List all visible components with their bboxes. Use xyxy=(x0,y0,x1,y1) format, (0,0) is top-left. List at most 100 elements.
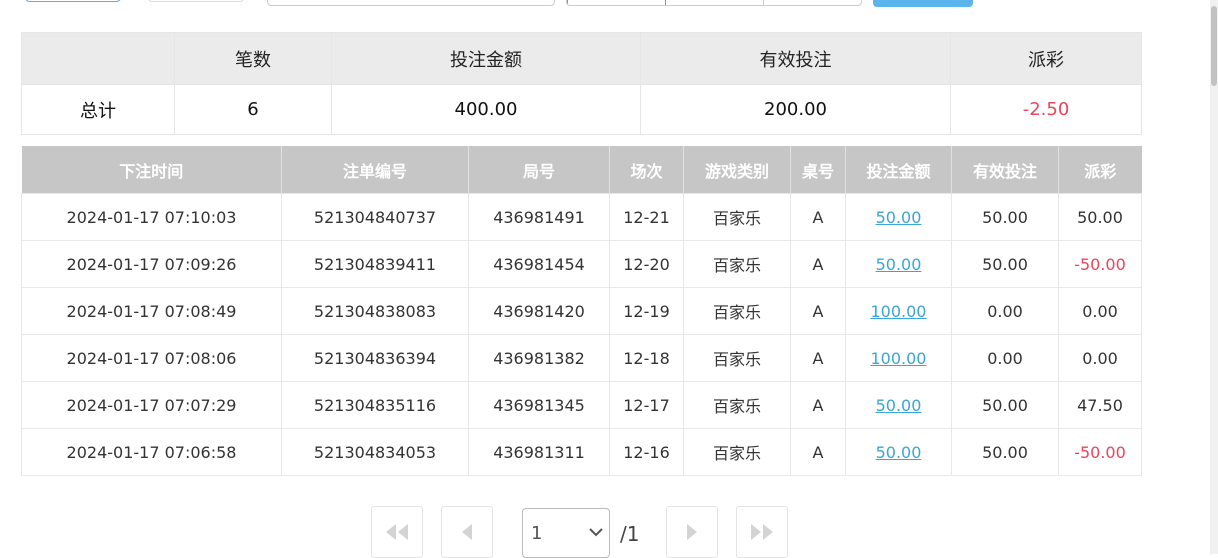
summary-total-bet-amount: 400.00 xyxy=(331,84,641,135)
table-row: 2024-01-17 07:07:29 521304835116 4369813… xyxy=(21,381,1142,429)
summary-total-count: 6 xyxy=(174,84,332,135)
bet-detail-table: 下注时间 注单编号 局号 场次 游戏类别 桌号 投注金额 有效投注 派彩 202… xyxy=(21,146,1142,476)
cell-game-type: 百家乐 xyxy=(683,240,791,288)
filter-bar xyxy=(0,0,1218,10)
summary-header-blank xyxy=(21,32,175,85)
cell-game-type: 百家乐 xyxy=(683,381,791,429)
summary-header-row: 笔数 投注金额 有效投注 派彩 xyxy=(21,32,1142,85)
cell-bet-time: 2024-01-17 07:08:06 xyxy=(21,334,282,382)
cell-valid-bet: 0.00 xyxy=(951,287,1059,335)
cell-bet-time: 2024-01-17 07:07:29 xyxy=(21,381,282,429)
last-page-button[interactable] xyxy=(736,506,788,558)
cell-bet-id: 521304836394 xyxy=(281,334,469,382)
next-page-icon xyxy=(687,524,697,540)
header-bet-id: 注单编号 xyxy=(281,146,469,194)
cell-game-type: 百家乐 xyxy=(683,193,791,241)
cell-bet-time: 2024-01-17 07:06:58 xyxy=(21,428,282,476)
cell-bet-time: 2024-01-17 07:10:03 xyxy=(21,193,282,241)
header-session: 场次 xyxy=(609,146,684,194)
cell-session: 12-21 xyxy=(609,193,684,241)
header-bet-time: 下注时间 xyxy=(21,146,282,194)
summary-total-label: 总计 xyxy=(21,84,175,135)
date-segment-2[interactable] xyxy=(666,0,764,5)
cell-session: 12-17 xyxy=(609,381,684,429)
bet-amount-link[interactable]: 50.00 xyxy=(845,193,952,241)
cell-table-no: A xyxy=(790,193,846,241)
cell-session: 12-19 xyxy=(609,287,684,335)
summary-total-payout: -2.50 xyxy=(950,84,1142,135)
table-row: 2024-01-17 07:06:58 521304834053 4369813… xyxy=(21,428,1142,476)
first-page-icon xyxy=(386,524,408,540)
cell-payout: 0.00 xyxy=(1058,334,1142,382)
page-total: /1 xyxy=(620,522,640,546)
cell-payout: 47.50 xyxy=(1058,381,1142,429)
bet-amount-link[interactable]: 100.00 xyxy=(845,334,952,382)
cell-bet-id: 521304835116 xyxy=(281,381,469,429)
cell-bet-id: 521304839411 xyxy=(281,240,469,288)
cell-valid-bet: 0.00 xyxy=(951,334,1059,382)
cell-round-id: 436981311 xyxy=(468,428,610,476)
bet-amount-link[interactable]: 50.00 xyxy=(845,240,952,288)
table-row: 2024-01-17 07:10:03 521304840737 4369814… xyxy=(21,193,1142,241)
cell-payout: -50.00 xyxy=(1058,428,1142,476)
cell-table-no: A xyxy=(790,381,846,429)
header-valid-bet: 有效投注 xyxy=(951,146,1059,194)
last-page-icon xyxy=(751,524,773,540)
chevron-down-icon xyxy=(589,528,603,537)
header-round-id: 局号 xyxy=(468,146,610,194)
summary-header-payout: 派彩 xyxy=(950,32,1142,85)
prev-page-button[interactable] xyxy=(441,506,493,558)
cell-bet-id: 521304840737 xyxy=(281,193,469,241)
cell-payout: 0.00 xyxy=(1058,287,1142,335)
date-range-segments xyxy=(566,0,862,6)
header-bet-amount: 投注金额 xyxy=(845,146,952,194)
page-select[interactable]: 1 xyxy=(522,508,610,558)
date-segment-3[interactable] xyxy=(764,0,861,5)
page-select-value: 1 xyxy=(531,522,543,544)
cell-valid-bet: 50.00 xyxy=(951,381,1059,429)
summary-total-valid-bet: 200.00 xyxy=(640,84,951,135)
bet-amount-link[interactable]: 50.00 xyxy=(845,428,952,476)
cell-game-type: 百家乐 xyxy=(683,287,791,335)
cell-bet-time: 2024-01-17 07:09:26 xyxy=(21,240,282,288)
first-page-button[interactable] xyxy=(371,506,423,558)
search-button[interactable] xyxy=(873,0,973,7)
filter-input[interactable] xyxy=(267,0,555,6)
summary-header-bet-amount: 投注金额 xyxy=(331,32,641,85)
table-row: 2024-01-17 07:08:49 521304838083 4369814… xyxy=(21,287,1142,335)
filter-button-secondary[interactable] xyxy=(148,0,244,2)
cell-bet-id: 521304834053 xyxy=(281,428,469,476)
cell-round-id: 436981345 xyxy=(468,381,610,429)
cell-bet-time: 2024-01-17 07:08:49 xyxy=(21,287,282,335)
bet-amount-link[interactable]: 50.00 xyxy=(845,381,952,429)
cell-table-no: A xyxy=(790,287,846,335)
cell-round-id: 436981491 xyxy=(468,193,610,241)
detail-header-row: 下注时间 注单编号 局号 场次 游戏类别 桌号 投注金额 有效投注 派彩 xyxy=(21,146,1142,194)
date-segment-1[interactable] xyxy=(567,0,666,5)
cell-round-id: 436981382 xyxy=(468,334,610,382)
cell-round-id: 436981420 xyxy=(468,287,610,335)
summary-table: 笔数 投注金额 有效投注 派彩 总计 6 400.00 200.00 -2.50 xyxy=(21,32,1142,135)
cell-session: 12-20 xyxy=(609,240,684,288)
cell-payout: 50.00 xyxy=(1058,193,1142,241)
summary-header-count: 笔数 xyxy=(174,32,332,85)
next-page-button[interactable] xyxy=(666,506,718,558)
prev-page-icon xyxy=(462,524,472,540)
cell-game-type: 百家乐 xyxy=(683,334,791,382)
cell-table-no: A xyxy=(790,334,846,382)
cell-game-type: 百家乐 xyxy=(683,428,791,476)
cell-valid-bet: 50.00 xyxy=(951,240,1059,288)
scrollbar-thumb[interactable] xyxy=(1211,6,1217,86)
header-payout: 派彩 xyxy=(1058,146,1142,194)
cell-session: 12-18 xyxy=(609,334,684,382)
bet-amount-link[interactable]: 100.00 xyxy=(845,287,952,335)
filter-button-primary[interactable] xyxy=(24,0,122,2)
cell-payout: -50.00 xyxy=(1058,240,1142,288)
cell-table-no: A xyxy=(790,240,846,288)
cell-table-no: A xyxy=(790,428,846,476)
cell-session: 12-16 xyxy=(609,428,684,476)
cell-valid-bet: 50.00 xyxy=(951,428,1059,476)
summary-total-row: 总计 6 400.00 200.00 -2.50 xyxy=(21,84,1142,135)
cell-bet-id: 521304838083 xyxy=(281,287,469,335)
summary-header-valid-bet: 有效投注 xyxy=(640,32,951,85)
